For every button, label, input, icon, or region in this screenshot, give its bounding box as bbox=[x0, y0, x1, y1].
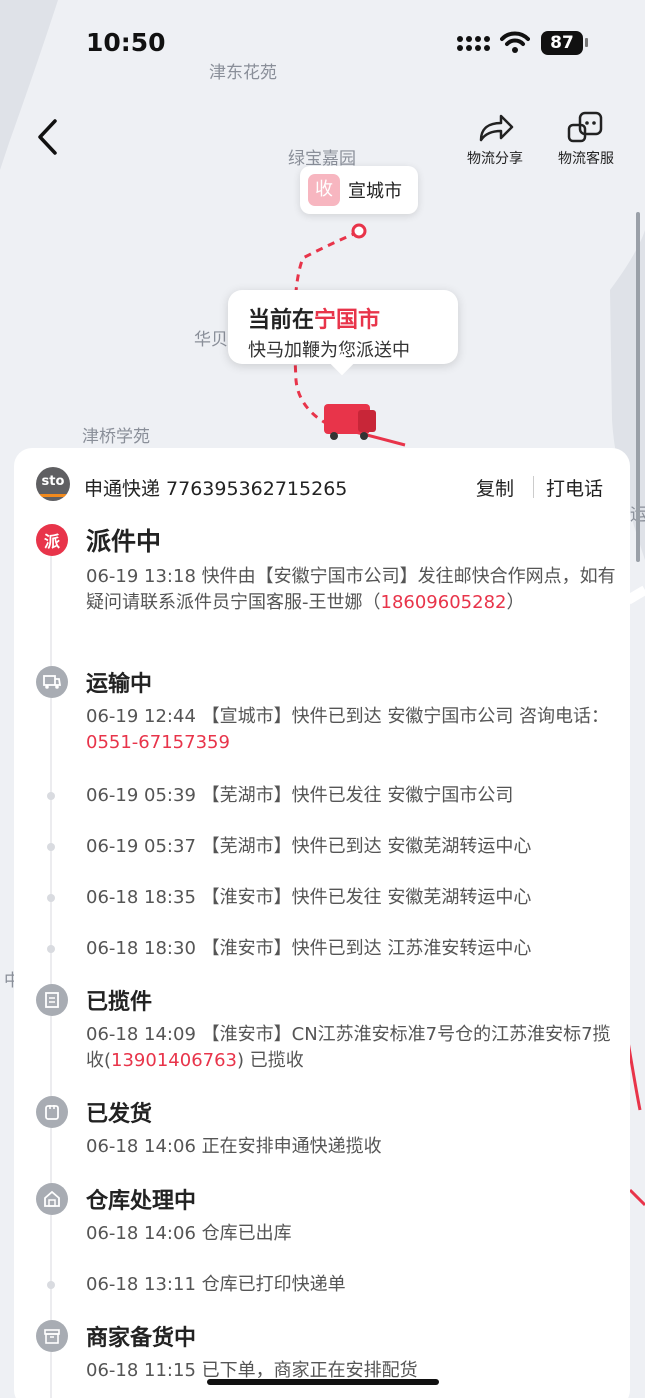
event-title: 已发货 bbox=[86, 1102, 153, 1127]
status-node-delivering: 派 bbox=[36, 524, 68, 556]
event-detail: 06-19 05:37 【芜湖市】快件已到达 安徽芜湖转运中心 bbox=[86, 836, 532, 857]
merchant-prep-status-icon bbox=[36, 1320, 68, 1352]
timeline-event: 仓库处理中 06-18 14:06 仓库已出库 bbox=[86, 1183, 616, 1247]
event-detail: 06-18 18:35 【淮安市】快件已发往 安徽芜湖转运中心 bbox=[86, 887, 532, 908]
current-location-bubble[interactable]: 当前在宁国市 快马加鞭为您派送中 bbox=[228, 290, 458, 376]
logistics-service-button[interactable]: 物流客服 bbox=[551, 110, 621, 168]
transit-status-icon bbox=[36, 666, 68, 698]
timeline-dot bbox=[47, 894, 55, 902]
timeline-event: 06-19 05:39 【芜湖市】快件已发往 安徽宁国市公司 bbox=[86, 783, 616, 809]
timeline-event: 派件中 06-19 13:18 快件由【安徽宁国市公司】发往邮快合作网点，如有疑… bbox=[86, 522, 616, 616]
battery-cap bbox=[585, 38, 588, 47]
warehouse-status-icon bbox=[36, 1183, 68, 1215]
scrollbar[interactable] bbox=[636, 212, 640, 562]
timeline-event: 已揽件 06-18 14:09 【淮安市】CN江苏淮安标准7号仓的江苏淮安标7揽… bbox=[86, 984, 616, 1074]
timeline-event: 06-18 18:35 【淮安市】快件已发往 安徽芜湖转运中心 bbox=[86, 885, 616, 911]
event-title: 商家备货中 bbox=[86, 1326, 197, 1351]
picked-up-status-icon bbox=[36, 984, 68, 1016]
copy-button[interactable]: 复制 bbox=[476, 474, 514, 501]
timeline-event: 运输中 06-19 12:44 【宣城市】快件已到达 安徽宁国市公司 咨询电话：… bbox=[86, 666, 616, 756]
event-title: 已揽件 bbox=[86, 990, 153, 1015]
receiver-marker[interactable]: 收 宣城市 bbox=[300, 166, 418, 214]
event-detail: 06-18 13:11 仓库已打印快递单 bbox=[86, 1274, 346, 1295]
event-detail: 06-18 14:06 正在安排申通快递揽收 bbox=[86, 1136, 382, 1157]
timeline-event: 商家备货中 06-18 11:15 已下单，商家正在安排配货 bbox=[86, 1320, 616, 1384]
event-detail: 06-18 14:09 【淮安市】CN江苏淮安标准7号仓的江苏淮安标7揽收(13… bbox=[86, 1024, 611, 1071]
timeline-event: 06-19 05:37 【芜湖市】快件已到达 安徽芜湖转运中心 bbox=[86, 834, 616, 860]
event-title: 派件中 bbox=[86, 527, 162, 556]
event-title: 运输中 bbox=[86, 672, 153, 697]
signal-icon bbox=[457, 36, 490, 51]
event-title: 仓库处理中 bbox=[86, 1189, 197, 1214]
battery-indicator: 87 bbox=[541, 31, 583, 55]
call-button[interactable]: 打电话 bbox=[546, 474, 603, 501]
event-detail: 06-19 12:44 【宣城市】快件已到达 安徽宁国市公司 咨询电话：0551… bbox=[86, 706, 610, 753]
home-indicator[interactable] bbox=[207, 1379, 439, 1385]
tracking-sheet[interactable]: sto 申通快递 776395362715265 复制 打电话 派 派件中 06… bbox=[14, 448, 630, 1398]
timeline-event: 已发货 06-18 14:06 正在安排申通快递揽收 bbox=[86, 1096, 616, 1160]
timeline-dot bbox=[47, 945, 55, 953]
map-label: 津桥学苑 bbox=[82, 427, 150, 447]
phone-link[interactable]: 0551-67157359 bbox=[86, 732, 230, 753]
event-detail: 06-19 13:18 快件由【安徽宁国市公司】发往邮快合作网点，如有疑问请联系… bbox=[86, 566, 616, 613]
event-detail: 06-18 18:30 【淮安市】快件已到达 江苏淮安转运中心 bbox=[86, 938, 532, 959]
current-location-title: 当前在宁国市 bbox=[248, 308, 381, 333]
map-label: 华贝 bbox=[194, 330, 228, 350]
event-detail: 06-18 14:06 仓库已出库 bbox=[86, 1223, 292, 1244]
divider bbox=[533, 476, 534, 498]
timeline-dot bbox=[47, 843, 55, 851]
phone-link[interactable]: 13901406763 bbox=[111, 1050, 237, 1071]
customer-service-icon bbox=[567, 111, 603, 143]
wifi-icon bbox=[500, 31, 530, 53]
share-icon bbox=[479, 114, 514, 142]
receiver-city: 宣城市 bbox=[348, 181, 402, 202]
shipped-status-icon bbox=[36, 1096, 68, 1128]
logistics-share-button[interactable]: 物流分享 bbox=[460, 110, 530, 168]
tracking-number: 申通快递 776395362715265 bbox=[84, 478, 348, 500]
share-label: 物流分享 bbox=[467, 151, 523, 167]
current-location-subtitle: 快马加鞭为您派送中 bbox=[248, 340, 410, 361]
status-time: 10:50 bbox=[86, 28, 166, 57]
courier-logo: sto bbox=[36, 467, 70, 501]
timeline-dot bbox=[47, 1281, 55, 1289]
timeline-dot bbox=[47, 792, 55, 800]
receiver-tag: 收 bbox=[308, 174, 340, 206]
event-detail: 06-19 05:39 【芜湖市】快件已发往 安徽宁国市公司 bbox=[86, 785, 514, 806]
service-label: 物流客服 bbox=[558, 151, 614, 167]
phone-link[interactable]: 18609605282 bbox=[381, 592, 507, 613]
back-arrow-icon[interactable] bbox=[30, 115, 66, 159]
status-bar: 10:50 87 bbox=[0, 0, 645, 90]
timeline-event: 06-18 18:30 【淮安市】快件已到达 江苏淮安转运中心 bbox=[86, 936, 616, 962]
timeline-event: 06-18 13:11 仓库已打印快递单 bbox=[86, 1272, 616, 1298]
